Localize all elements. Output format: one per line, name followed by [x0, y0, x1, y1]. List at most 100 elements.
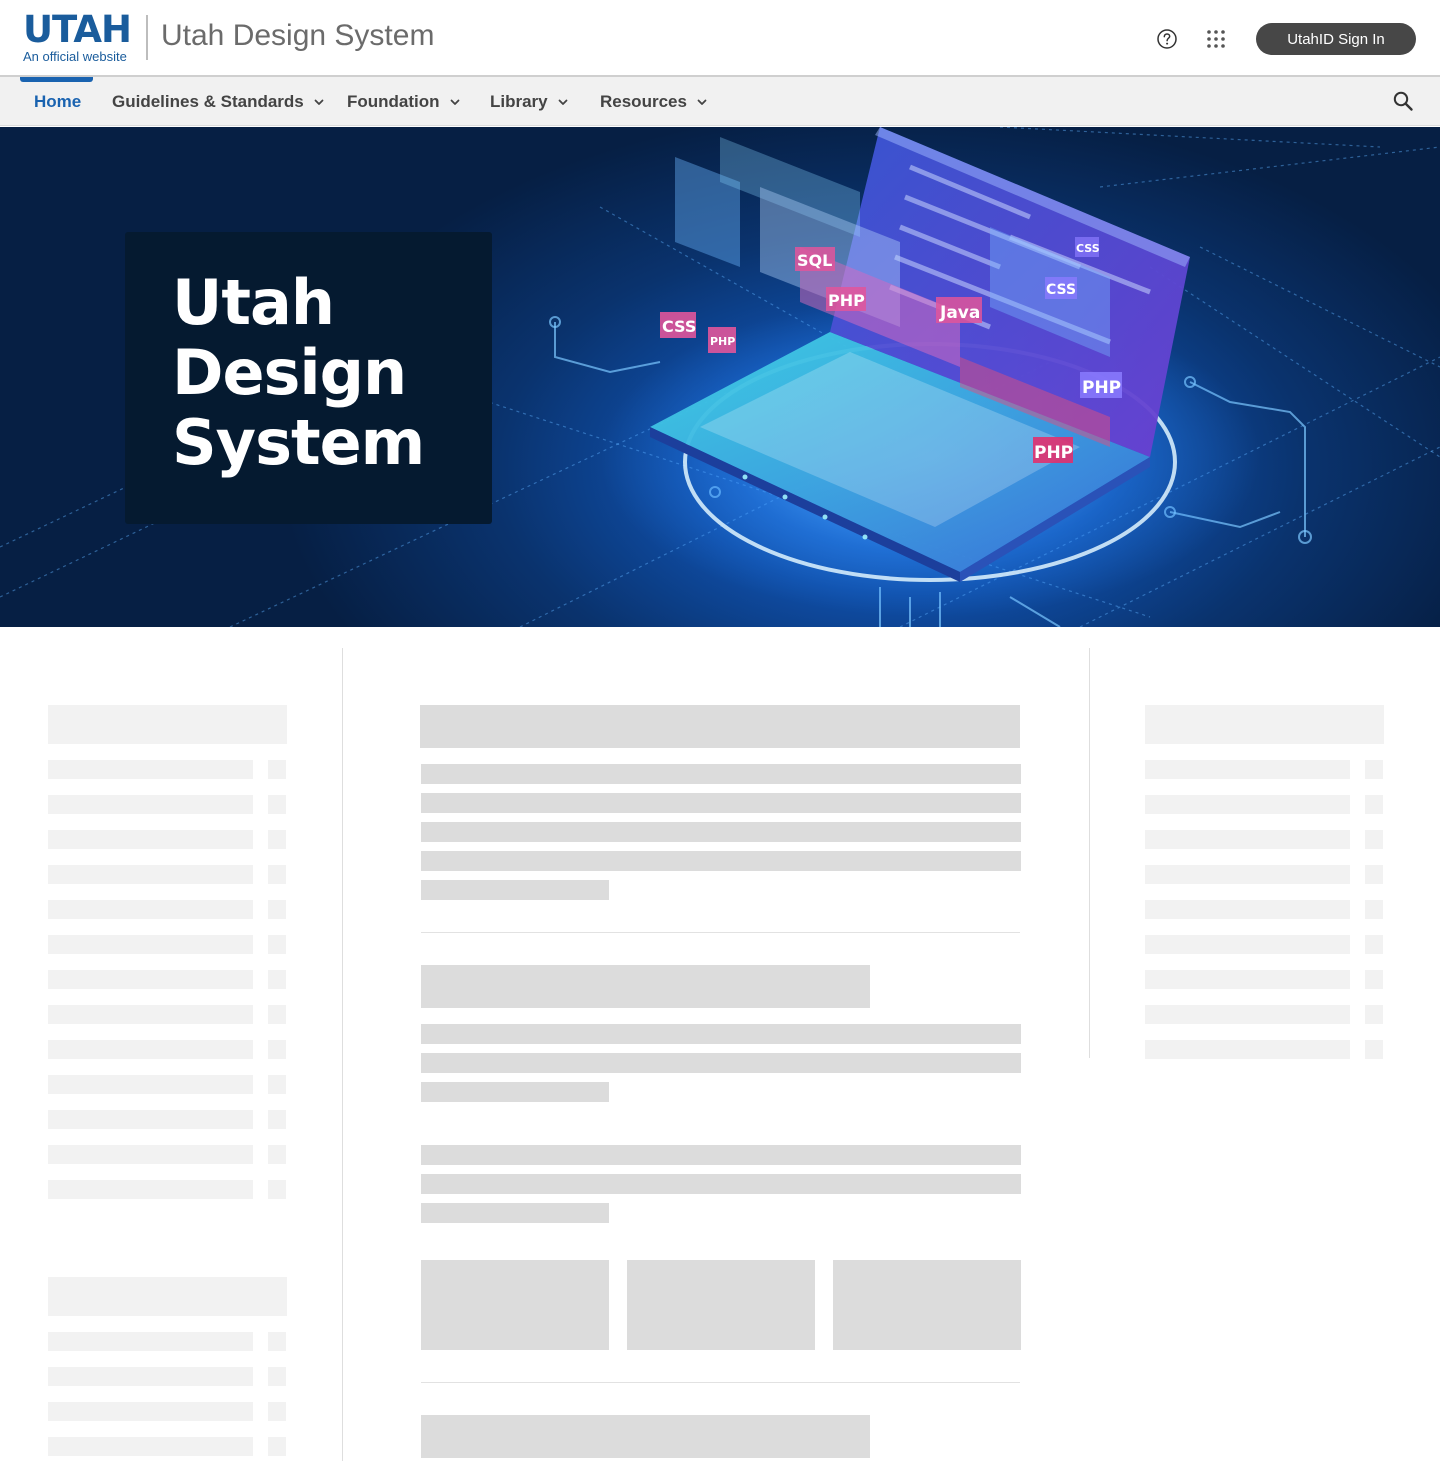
chevron-down-icon	[558, 99, 568, 105]
skeleton-line	[1145, 900, 1350, 919]
logo-wordmark: UTAH	[23, 8, 132, 51]
hero-title-card: Utah Design System	[125, 232, 492, 524]
skeleton-line	[1145, 1005, 1350, 1024]
skeleton-badge	[268, 1040, 286, 1059]
skeleton-badge	[1365, 760, 1383, 779]
skeleton-badge	[1365, 900, 1383, 919]
utahid-signin-button[interactable]: UtahID Sign In	[1256, 23, 1416, 55]
nav-item-label: Home	[34, 92, 82, 111]
chevron-down-icon	[450, 99, 459, 105]
section-divider	[421, 932, 1020, 933]
skeleton-line	[1145, 795, 1350, 814]
skeleton-line	[48, 900, 253, 919]
skeleton-badge	[268, 935, 286, 954]
hero-title-line: Design	[172, 336, 407, 409]
skeleton-badge	[268, 1332, 286, 1351]
skeleton-badge	[268, 865, 286, 884]
skeleton-line	[1145, 760, 1350, 779]
skeleton-badge	[268, 970, 286, 989]
skeleton-line	[48, 830, 253, 849]
skeleton-card	[421, 1260, 609, 1350]
nav-item-label: Resources	[600, 92, 687, 111]
skeleton-line	[48, 1367, 253, 1386]
skeleton-card	[833, 1260, 1021, 1350]
skeleton-line	[1145, 970, 1350, 989]
skeleton-badge	[268, 1110, 286, 1129]
skeleton-badge	[268, 1180, 286, 1199]
skeleton-line	[48, 1332, 253, 1351]
skeleton-line	[1145, 830, 1350, 849]
skeleton-line	[48, 1145, 253, 1164]
skeleton-line	[48, 1040, 253, 1059]
skeleton-line	[48, 795, 253, 814]
skeleton-badge	[268, 1075, 286, 1094]
svg-text:SQL: SQL	[797, 251, 832, 270]
skeleton-badge	[268, 1402, 286, 1421]
svg-text:PHP: PHP	[1082, 378, 1121, 398]
svg-text:PHP: PHP	[828, 291, 865, 310]
skeleton-line	[48, 1437, 253, 1456]
skeleton-text-line	[421, 1145, 1021, 1165]
skeleton-text-line	[421, 1174, 1021, 1194]
skeleton-badge	[268, 900, 286, 919]
skeleton-badge	[1365, 795, 1383, 814]
skeleton-line	[48, 1075, 253, 1094]
nav-item-guidelines-standards[interactable]: Guidelines & Standards	[112, 77, 325, 126]
skeleton-line	[1145, 935, 1350, 954]
skeleton-line	[48, 1110, 253, 1129]
right-column-divider	[1089, 648, 1090, 1058]
apps-grid-icon[interactable]	[1205, 28, 1227, 50]
help-icon[interactable]	[1156, 28, 1178, 50]
skeleton-line	[48, 865, 253, 884]
chevron-down-icon	[697, 99, 707, 105]
hero-title-line: System	[172, 406, 425, 479]
utah-logo[interactable]: UTAH An official website	[23, 8, 135, 64]
skeleton-text-line	[421, 880, 609, 900]
skeleton-sidebar-heading	[48, 1277, 287, 1316]
skeleton-text-line	[421, 851, 1021, 871]
skeleton-sidebar-heading	[1145, 705, 1384, 744]
logo-divider	[146, 15, 148, 60]
svg-text:CSS: CSS	[1046, 282, 1076, 298]
skeleton-text-line	[421, 764, 1021, 784]
skeleton-badge	[268, 1437, 286, 1456]
skeleton-heading	[421, 965, 870, 1008]
skeleton-badge	[1365, 1040, 1383, 1059]
nav-item-label: Foundation	[347, 92, 440, 111]
site-header: UTAH An official website Utah Design Sys…	[0, 0, 1440, 77]
chevron-down-icon	[314, 99, 324, 105]
skeleton-line	[1145, 1040, 1350, 1059]
skeleton-badge	[1365, 935, 1383, 954]
skeleton-badge	[1365, 830, 1383, 849]
logo-official-text: An official website	[23, 49, 127, 64]
skeleton-card	[627, 1260, 815, 1350]
svg-text:CSS: CSS	[662, 317, 696, 336]
svg-text:PHP: PHP	[710, 335, 735, 348]
skeleton-text-line	[421, 822, 1021, 842]
skeleton-text-line	[421, 793, 1021, 813]
skeleton-sidebar-heading	[48, 705, 287, 744]
skeleton-line	[48, 1005, 253, 1024]
hero-banner: CSS PHP SQL PHP Java CSS PHP PHP CSS Uta…	[0, 127, 1440, 627]
nav-item-foundation[interactable]: Foundation	[347, 77, 461, 126]
nav-item-home[interactable]: Home	[34, 77, 81, 126]
nav-item-resources[interactable]: Resources	[600, 77, 708, 126]
svg-text:PHP: PHP	[1034, 443, 1073, 463]
skeleton-badge	[268, 1005, 286, 1024]
nav-item-label: Guidelines & Standards	[112, 92, 304, 111]
svg-text:Java: Java	[939, 303, 980, 323]
skeleton-text-line	[421, 1082, 609, 1102]
nav-item-library[interactable]: Library	[490, 77, 569, 126]
skeleton-line	[48, 760, 253, 779]
main-navigation: Home Guidelines & Standards Foundation L…	[0, 77, 1440, 126]
skeleton-badge	[268, 830, 286, 849]
site-title[interactable]: Utah Design System	[161, 17, 434, 55]
skeleton-badge	[1365, 970, 1383, 989]
skeleton-line	[48, 1180, 253, 1199]
nav-item-label: Library	[490, 92, 548, 111]
search-icon[interactable]	[1392, 90, 1414, 112]
skeleton-line	[1145, 865, 1350, 884]
skeleton-heading	[421, 1415, 870, 1458]
skeleton-badge	[268, 795, 286, 814]
skeleton-badge	[1365, 865, 1383, 884]
